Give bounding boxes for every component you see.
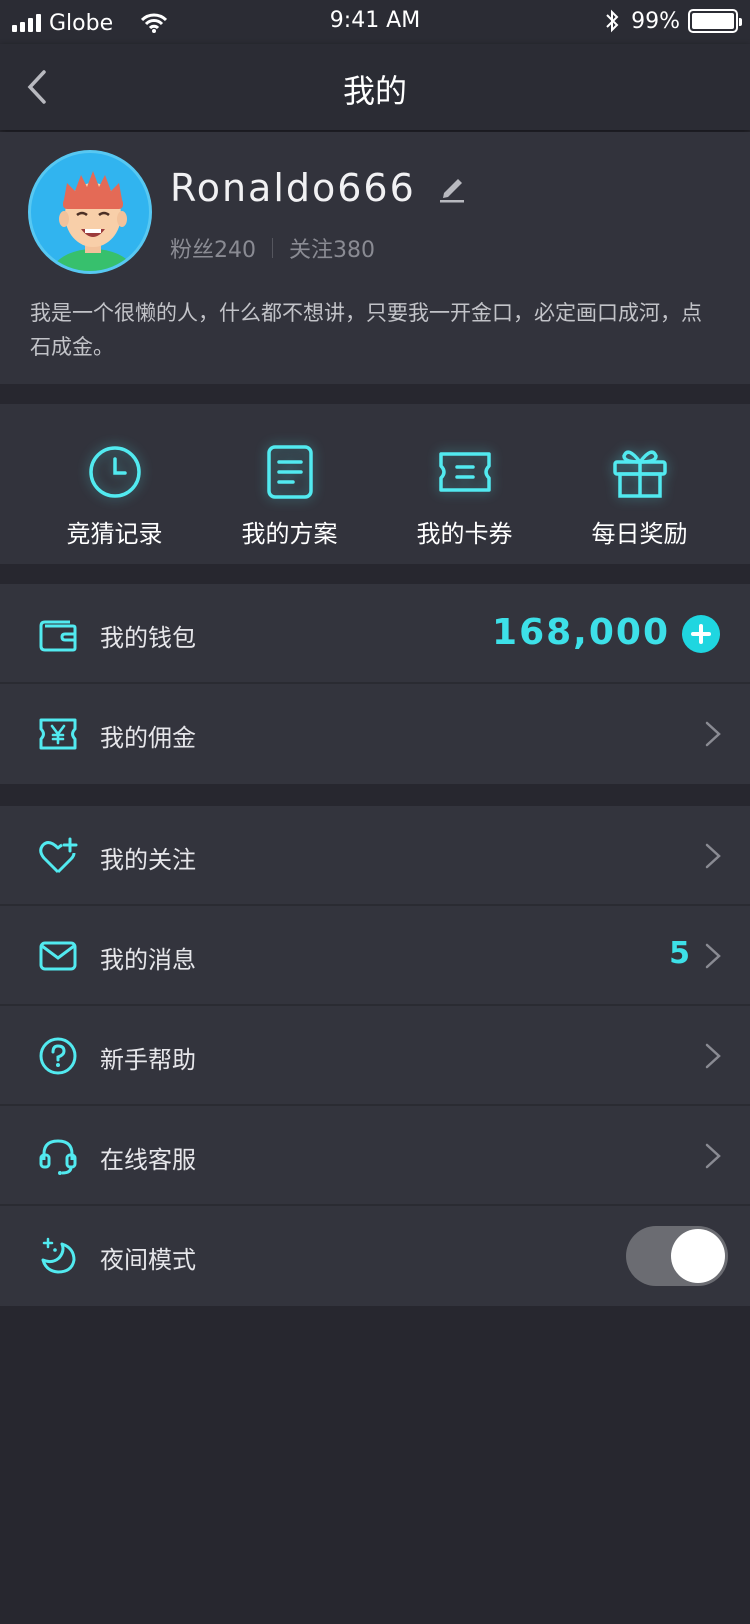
profile-card: Ronaldo666 粉丝240 关注380 我是一个很懒的人，什么都不想讲，只… bbox=[0, 132, 750, 384]
quick-action-label: 每日奖励 bbox=[591, 520, 688, 548]
moon-icon bbox=[41, 1237, 76, 1274]
heart-plus-icon bbox=[39, 837, 78, 874]
menu-item-night-mode: 夜间模式 bbox=[0, 1206, 750, 1306]
wallet-card: 我的钱包 168,000 我的佣金 bbox=[0, 584, 750, 784]
menu-item-label: 新手帮助 bbox=[100, 1046, 196, 1074]
profile-stats: 粉丝240 关注380 bbox=[170, 232, 375, 264]
commission-label: 我的佣金 bbox=[100, 724, 196, 752]
edit-pencil-icon[interactable] bbox=[438, 173, 466, 203]
headset-icon bbox=[39, 1139, 77, 1175]
chevron-right-icon bbox=[705, 721, 721, 747]
quick-action-label: 我的方案 bbox=[241, 520, 338, 548]
fans-count[interactable]: 粉丝240 bbox=[170, 232, 256, 264]
battery-icon bbox=[688, 9, 742, 33]
avatar[interactable] bbox=[28, 150, 152, 274]
help-icon bbox=[39, 1037, 77, 1075]
menu-item-label: 在线客服 bbox=[100, 1146, 196, 1174]
menu-item-label: 夜间模式 bbox=[100, 1246, 196, 1274]
profile-bio: 我是一个很懒的人，什么都不想讲，只要我一开金口，必定画口成河，点石成金。 bbox=[30, 301, 702, 359]
chevron-right-icon bbox=[705, 1143, 721, 1169]
menu-item-label: 我的关注 bbox=[100, 846, 196, 874]
wallet-icon bbox=[39, 620, 77, 652]
bluetooth-icon bbox=[606, 9, 619, 33]
following-count[interactable]: 关注380 bbox=[289, 232, 375, 264]
chevron-right-icon bbox=[705, 1043, 721, 1069]
document-icon bbox=[266, 445, 313, 499]
add-funds-button[interactable] bbox=[682, 615, 720, 653]
wallet-balance: 168,000 bbox=[492, 612, 670, 653]
gift-icon bbox=[612, 450, 667, 498]
stats-divider bbox=[272, 238, 273, 258]
avatar-illustration bbox=[51, 171, 135, 271]
page-title: 我的 bbox=[342, 72, 407, 110]
menu-item-customer-service[interactable]: 在线客服 bbox=[0, 1106, 750, 1206]
mail-icon bbox=[39, 941, 77, 971]
navigation-bar: 我的 bbox=[0, 44, 750, 130]
quick-actions: 竞猜记录 我的方案 我的卡券 每日奖励 bbox=[0, 404, 750, 564]
yen-ticket-icon bbox=[39, 718, 77, 750]
menu-item-messages[interactable]: 我的消息 5 bbox=[0, 906, 750, 1006]
chevron-right-icon bbox=[705, 843, 721, 869]
menu-item-label: 我的消息 bbox=[100, 946, 196, 974]
quick-action-my-coupons[interactable]: 我的卡券 bbox=[377, 404, 552, 564]
toggle-knob bbox=[671, 1229, 725, 1283]
quick-action-bet-history[interactable]: 竞猜记录 bbox=[27, 404, 202, 564]
chevron-right-icon bbox=[705, 943, 721, 969]
wallet-label: 我的钱包 bbox=[100, 624, 196, 652]
unread-count-badge: 5 bbox=[669, 936, 690, 971]
menu-item-help[interactable]: 新手帮助 bbox=[0, 1006, 750, 1106]
night-mode-toggle[interactable] bbox=[626, 1226, 728, 1286]
clock-icon bbox=[88, 446, 141, 498]
menu-item-following[interactable]: 我的关注 bbox=[0, 806, 750, 906]
username: Ronaldo666 bbox=[170, 166, 416, 210]
menu-list: 我的关注 我的消息 5 新手帮助 在线客服 夜间模式 bbox=[0, 806, 750, 1306]
wallet-row[interactable]: 我的钱包 168,000 bbox=[0, 584, 750, 684]
quick-action-label: 我的卡券 bbox=[416, 520, 513, 548]
commission-row[interactable]: 我的佣金 bbox=[0, 684, 750, 784]
quick-action-my-plans[interactable]: 我的方案 bbox=[202, 404, 377, 564]
quick-action-daily-reward[interactable]: 每日奖励 bbox=[552, 404, 727, 564]
battery-percentage: 99% bbox=[631, 8, 680, 34]
quick-action-label: 竞猜记录 bbox=[66, 520, 163, 548]
ticket-icon bbox=[438, 452, 491, 492]
status-bar: Globe 9:41 AM 99% bbox=[0, 0, 750, 44]
